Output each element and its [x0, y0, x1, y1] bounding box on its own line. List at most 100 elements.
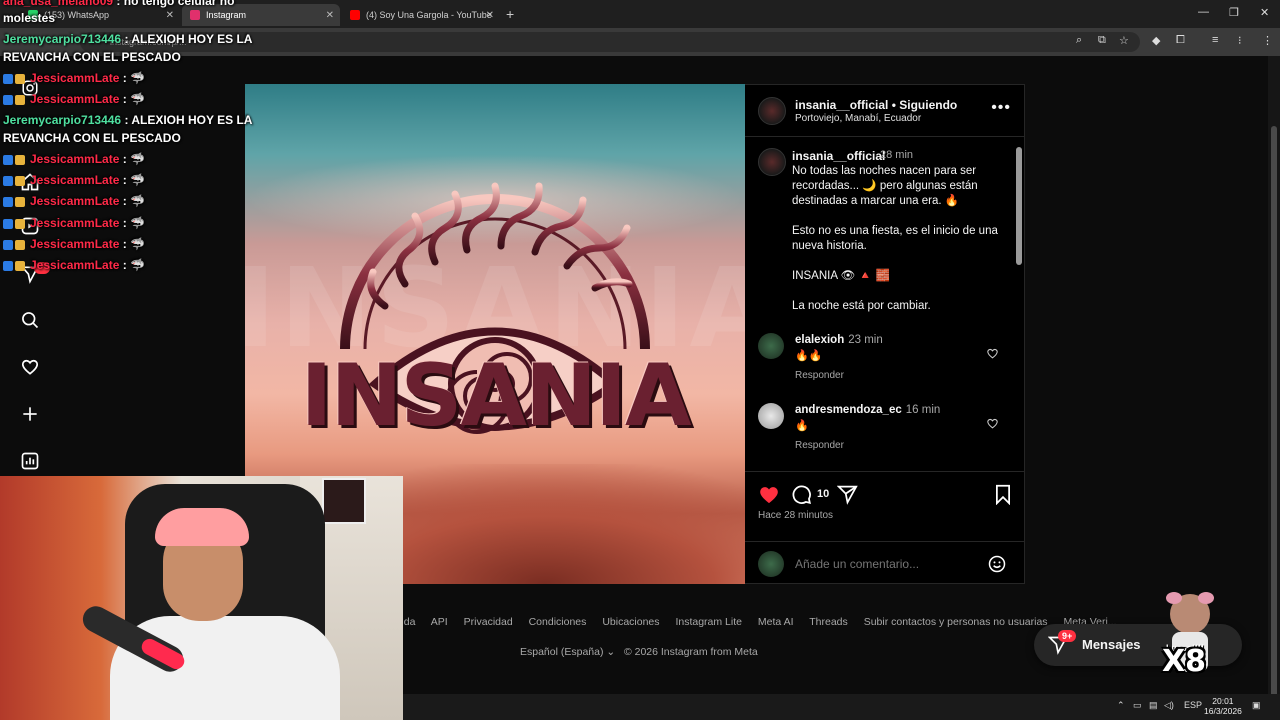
chevron-down-icon[interactable]: ⌄	[606, 646, 618, 658]
footer-link[interactable]: API	[431, 616, 448, 628]
footer-link[interactable]: Privacidad	[464, 616, 513, 628]
footer-link[interactable]: Instagram Lite	[675, 616, 742, 628]
post-location[interactable]: Portoviejo, Manabí, Ecuador	[795, 113, 921, 124]
network-icon[interactable]: ▤	[1149, 700, 1158, 711]
extension-icon[interactable]: ◆	[1152, 34, 1160, 47]
sub-badge-icon	[15, 261, 25, 271]
heart-icon[interactable]	[18, 355, 42, 379]
chat-text: : ALEXIOH HOY ES LA	[124, 32, 253, 46]
chat-message: JessicammLate : 🦈	[3, 237, 145, 253]
comment-count: 10	[817, 488, 830, 500]
scrollbar-thumb[interactable]	[1271, 126, 1277, 720]
menu-icon[interactable]: ⋮	[1262, 34, 1273, 47]
restore-button[interactable]: ❐	[1229, 6, 1239, 19]
comments-scrollbar[interactable]	[1016, 147, 1022, 265]
comment-input[interactable]	[795, 557, 975, 571]
emote-icon: 🦈	[130, 216, 146, 230]
save-bookmark-icon[interactable]	[994, 484, 1012, 510]
reading-list-icon[interactable]: ≡	[1212, 34, 1218, 46]
comment-user[interactable]: andresmendoza_ec 16 min	[795, 404, 940, 416]
footer-link[interactable]: Threads	[809, 616, 848, 628]
notifications-icon[interactable]: ▣	[1252, 700, 1261, 711]
username[interactable]: insania__official	[795, 98, 888, 112]
heart-icon[interactable]	[986, 417, 999, 435]
screen: (153) WhatsApp ✕ Instagram ✕ (4) Soy Una…	[0, 0, 1280, 720]
chat-message: JessicammLate : 🦈	[3, 194, 145, 210]
emote-icon: 🦈	[130, 258, 146, 272]
youtube-icon	[350, 10, 360, 20]
language-select[interactable]: Español (España)	[520, 646, 603, 658]
volume-icon[interactable]: ◁)	[1164, 700, 1174, 711]
avatar[interactable]	[758, 97, 786, 125]
minimize-button[interactable]: —	[1198, 6, 1209, 18]
footer-link[interactable]: Ubicaciones	[602, 616, 659, 628]
chat-message: REVANCHA CON EL PESCADO	[3, 50, 181, 64]
chat-username: JessicammLate	[30, 173, 120, 187]
heart-icon[interactable]	[986, 347, 999, 365]
caption-line: Esto no es una fiesta, es el inicio de u…	[792, 225, 998, 252]
chat-message: Jeremycarpio713446 : ALEXIOH HOY ES LA	[3, 113, 252, 127]
chat-text: REVANCHA CON EL PESCADO	[3, 50, 181, 64]
comment-time: 16 min	[905, 404, 941, 416]
following-status[interactable]: Siguiendo	[899, 98, 957, 112]
webcam-poster	[322, 478, 366, 524]
display-icon[interactable]: ▭	[1133, 700, 1142, 711]
system-clock[interactable]: 20:01 16/3/2026	[1204, 696, 1242, 716]
close-icon[interactable]: ✕	[486, 10, 494, 21]
like-filled-icon[interactable]	[758, 484, 780, 509]
webcam-overlay	[0, 476, 403, 720]
avatar[interactable]	[758, 148, 786, 176]
reply-button[interactable]: Responder	[795, 440, 844, 451]
dashboard-icon[interactable]	[18, 449, 42, 473]
avatar[interactable]	[758, 333, 784, 359]
footer-link[interactable]: Condiciones	[529, 616, 587, 628]
new-tab-button[interactable]: +	[506, 6, 514, 22]
chat-message: JessicammLate : 🦈	[3, 152, 145, 168]
insania-title-text: INSANIA	[300, 346, 692, 446]
avatar	[758, 551, 784, 577]
chat-message: Jeremycarpio713446 : ALEXIOH HOY ES LA	[3, 32, 252, 46]
zoom-icon[interactable]: ⌕	[1076, 34, 1082, 47]
webcam-person-hair	[155, 508, 249, 546]
tab-youtube[interactable]: (4) Soy Una Gargola - YouTube ✕	[342, 4, 500, 26]
footer-link[interactable]: Subir contactos y personas no usuarias	[864, 616, 1048, 628]
caption-username[interactable]: insania__official	[792, 149, 885, 163]
chat-text: :	[122, 173, 127, 187]
chat-text: : ALEXIOH HOY ES LA	[124, 113, 253, 127]
comment-time: 23 min	[848, 334, 883, 346]
install-icon[interactable]: ⧉	[1098, 34, 1106, 47]
create-icon[interactable]	[18, 402, 42, 426]
close-icon[interactable]: ✕	[166, 10, 174, 21]
keyboard-language[interactable]: ESP	[1184, 700, 1202, 710]
puzzle-icon[interactable]: ⧠	[1176, 34, 1185, 47]
post-panel: insania__official • Siguiendo Portoviejo…	[745, 84, 1025, 584]
chat-username: Jeremycarpio713446	[3, 113, 122, 127]
emoji-icon[interactable]	[987, 554, 1007, 579]
close-icon[interactable]: ✕	[326, 10, 334, 21]
prime-badge-icon	[3, 197, 13, 207]
close-window-button[interactable]: ✕	[1260, 6, 1269, 19]
prime-badge-icon	[3, 176, 13, 186]
profile-icon[interactable]: ⁝	[1238, 34, 1242, 47]
chat-text: :	[122, 216, 127, 230]
chat-message: molestes	[3, 11, 55, 25]
copyright: © 2026 Instagram from Meta	[623, 646, 758, 658]
search-icon[interactable]	[18, 308, 42, 332]
footer-bottom: Español (España) ⌄ © 2026 Instagram from…	[520, 646, 758, 658]
comment-username[interactable]: elalexioh	[795, 334, 844, 346]
comment-item: andresmendoza_ec 16 min 🔥 Responder	[745, 403, 1015, 463]
avatar[interactable]	[758, 403, 784, 429]
more-options-icon[interactable]: •••	[991, 99, 1011, 117]
reply-button[interactable]: Responder	[795, 370, 844, 381]
page-scrollbar[interactable]	[1268, 56, 1280, 720]
bookmark-star-icon[interactable]: ☆	[1119, 34, 1129, 47]
comment-username[interactable]: andresmendoza_ec	[795, 404, 902, 416]
chat-text: :	[122, 237, 127, 251]
comment-icon[interactable]	[791, 484, 812, 510]
footer-link[interactable]: Meta AI	[758, 616, 794, 628]
chevron-up-icon[interactable]: ⌃	[1117, 700, 1125, 711]
comment-user[interactable]: elalexioh 23 min	[795, 334, 883, 346]
share-icon[interactable]	[836, 484, 858, 510]
post-author[interactable]: insania__official • Siguiendo	[795, 98, 957, 112]
sub-badge-icon	[15, 155, 25, 165]
